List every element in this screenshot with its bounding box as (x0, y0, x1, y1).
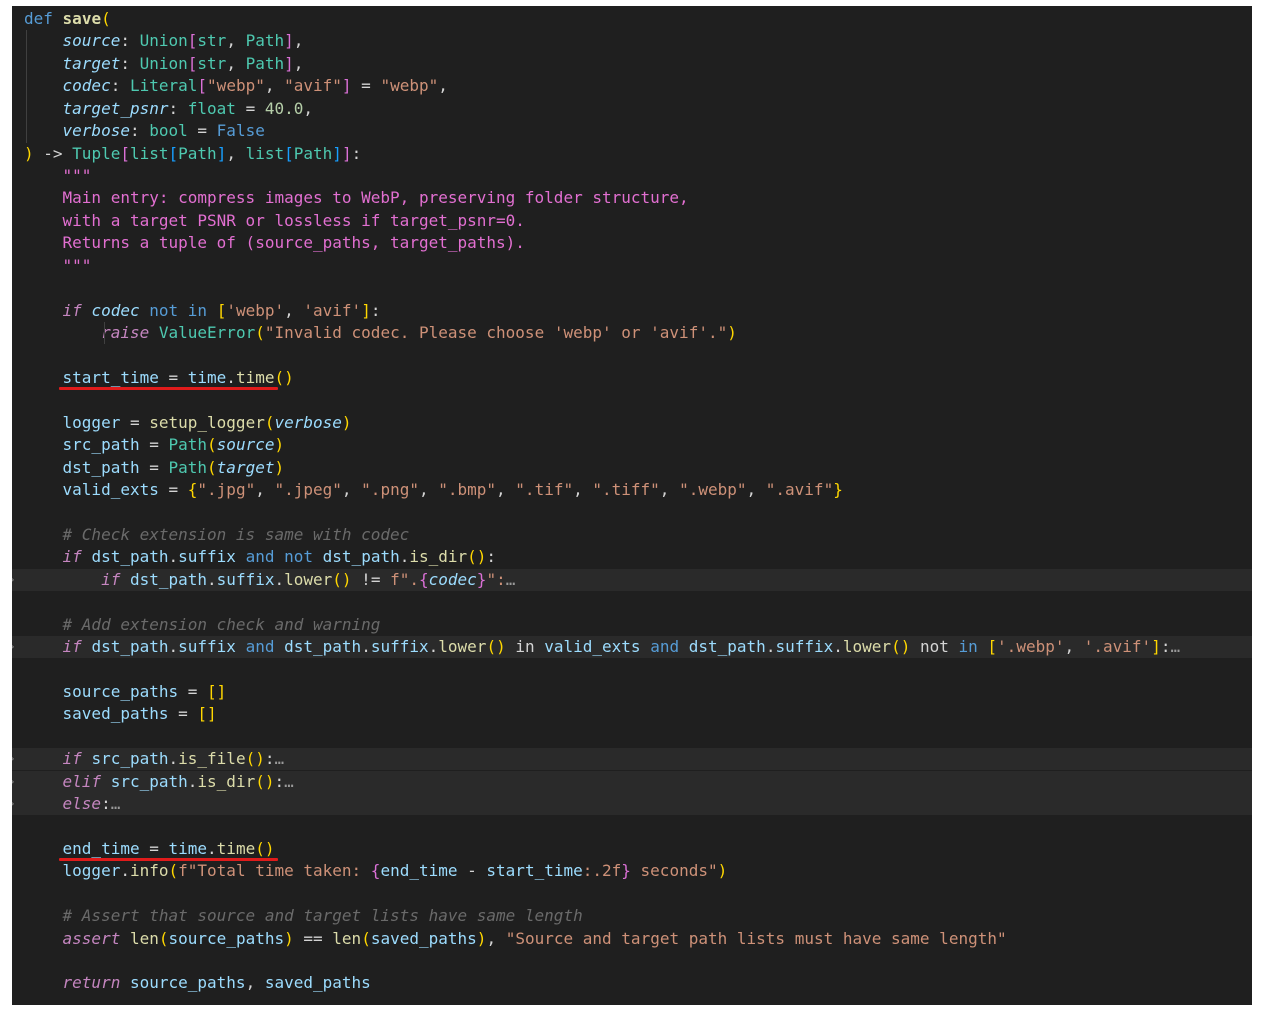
code-line[interactable]: if codec not in ['webp', 'avif']: (12, 300, 1252, 322)
end-time-underline (58, 857, 279, 861)
code-text: end_time = time.time() (62, 838, 275, 858)
code-text: verbose: bool = False (62, 121, 265, 141)
code-text: else:… (62, 794, 121, 814)
code-line[interactable]: def save( (12, 8, 1252, 30)
code-line[interactable] (12, 344, 1252, 366)
code-text: target_psnr: float = 40.0, (62, 98, 314, 118)
code-text: logger = setup_logger(verbose) (62, 412, 352, 432)
code-text: """ (62, 166, 92, 185)
code-text: # Check extension is same with codec (62, 524, 410, 544)
code-text: if src_path.is_file():… (62, 749, 285, 769)
indent-guide (104, 322, 105, 345)
code-line[interactable]: return source_paths, saved_paths (12, 972, 1252, 994)
code-line[interactable] (12, 658, 1252, 680)
code-line[interactable] (12, 389, 1252, 411)
code-text: assert len(source_paths) == len(saved_pa… (62, 928, 1007, 948)
code-line[interactable]: src_path = Path(source) (12, 434, 1252, 456)
code-line[interactable] (12, 277, 1252, 299)
code-line[interactable]: start_time = time.time() (12, 367, 1252, 389)
code-editor[interactable]: def save( source: Union[str, Path], targ… (12, 6, 1252, 1005)
code-line[interactable]: target: Union[str, Path], (12, 53, 1252, 75)
code-text: dst_path = Path(target) (62, 457, 285, 477)
code-line[interactable]: source: Union[str, Path], (12, 30, 1252, 52)
code-line[interactable]: verbose: bool = False (12, 120, 1252, 142)
code-text: with a target PSNR or lossless if target… (62, 210, 525, 230)
code-line[interactable]: # Assert that source and target lists ha… (12, 905, 1252, 927)
code-line[interactable]: # Check extension is same with codec (12, 524, 1252, 546)
code-line[interactable]: raise ValueError("Invalid codec. Please … (12, 322, 1252, 344)
code-line[interactable]: › if dst_path.suffix.lower() != f".{code… (12, 568, 1252, 591)
code-text: start_time = time.time() (62, 367, 294, 387)
code-text: # Assert that source and target lists ha… (62, 906, 583, 926)
code-text: valid_exts = {".jpg", ".jpeg", ".png", "… (62, 480, 843, 500)
code-line[interactable]: saved_paths = [] (12, 703, 1252, 725)
code-line[interactable]: codec: Literal["webp", "avif"] = "webp", (12, 75, 1252, 97)
code-line[interactable]: if dst_path.suffix and not dst_path.is_d… (12, 546, 1252, 568)
code-line[interactable] (12, 950, 1252, 972)
code-line[interactable]: valid_exts = {".jpg", ".jpeg", ".png", "… (12, 479, 1252, 501)
code-text: src_path = Path(source) (62, 435, 285, 455)
code-text: def save( (24, 9, 111, 28)
code-line[interactable]: Main entry: compress images to WebP, pre… (12, 187, 1252, 209)
code-line[interactable]: end_time = time.time() (12, 838, 1252, 860)
code-text: ) -> Tuple[list[Path], list[Path]]: (24, 143, 362, 163)
code-text: raise ValueError("Invalid codec. Please … (101, 323, 737, 343)
code-line[interactable]: assert len(source_paths) == len(saved_pa… (12, 928, 1252, 950)
code-text: logger.info(f"Total time taken: {end_tim… (62, 861, 728, 881)
code-line[interactable]: › if src_path.is_file():… (12, 748, 1252, 771)
code-text: if codec not in ['webp', 'avif']: (62, 300, 381, 320)
code-text: """ (62, 255, 92, 275)
code-line[interactable]: dst_path = Path(target) (12, 457, 1252, 479)
code-text: Main entry: compress images to WebP, pre… (62, 188, 689, 208)
fold-chevron-icon[interactable]: › (12, 793, 16, 815)
code-line[interactable] (12, 815, 1252, 837)
code-line[interactable]: with a target PSNR or lossless if target… (12, 210, 1252, 232)
code-text: return source_paths, saved_paths (62, 973, 371, 993)
fold-chevron-icon[interactable]: › (12, 569, 16, 591)
fold-chevron-icon[interactable]: › (12, 748, 16, 770)
indent-guide (26, 30, 27, 143)
code-line[interactable]: target_psnr: float = 40.0, (12, 98, 1252, 120)
code-text: elif src_path.is_dir():… (62, 771, 294, 791)
code-line[interactable]: › if dst_path.suffix and dst_path.suffix… (12, 636, 1252, 659)
code-line[interactable]: Returns a tuple of (source_paths, target… (12, 232, 1252, 254)
code-line[interactable]: ) -> Tuple[list[Path], list[Path]]: (12, 143, 1252, 165)
code-text: codec: Literal["webp", "avif"] = "webp", (62, 76, 448, 96)
fold-chevron-icon[interactable]: › (12, 636, 16, 658)
code-line[interactable]: logger.info(f"Total time taken: {end_tim… (12, 860, 1252, 882)
code-line[interactable] (12, 591, 1252, 613)
code-line[interactable]: source_paths = [] (12, 681, 1252, 703)
code-line[interactable] (12, 883, 1252, 905)
code-line[interactable]: # Add extension check and warning (12, 614, 1252, 636)
code-text: source_paths = [] (62, 681, 227, 701)
code-line[interactable]: """ (12, 165, 1252, 187)
code-line[interactable]: › elif src_path.is_dir():… (12, 770, 1252, 793)
fold-chevron-icon[interactable]: › (12, 771, 16, 793)
code-text: # Add extension check and warning (62, 614, 381, 634)
code-text: if dst_path.suffix and not dst_path.is_d… (62, 547, 497, 567)
start-time-underline (58, 386, 279, 390)
code-line[interactable]: """ (12, 255, 1252, 277)
code-line[interactable]: › else:… (12, 793, 1252, 816)
code-text: if dst_path.suffix.lower() != f".{codec}… (101, 569, 516, 589)
code-text: if dst_path.suffix and dst_path.suffix.l… (62, 637, 1181, 657)
code-text: saved_paths = [] (62, 704, 217, 724)
code-text: source: Union[str, Path], (62, 31, 304, 51)
code-line[interactable]: logger = setup_logger(verbose) (12, 412, 1252, 434)
code-line[interactable] (12, 726, 1252, 748)
code-line[interactable] (12, 501, 1252, 523)
code-text: target: Union[str, Path], (62, 53, 304, 73)
code-text: Returns a tuple of (source_paths, target… (62, 233, 525, 253)
